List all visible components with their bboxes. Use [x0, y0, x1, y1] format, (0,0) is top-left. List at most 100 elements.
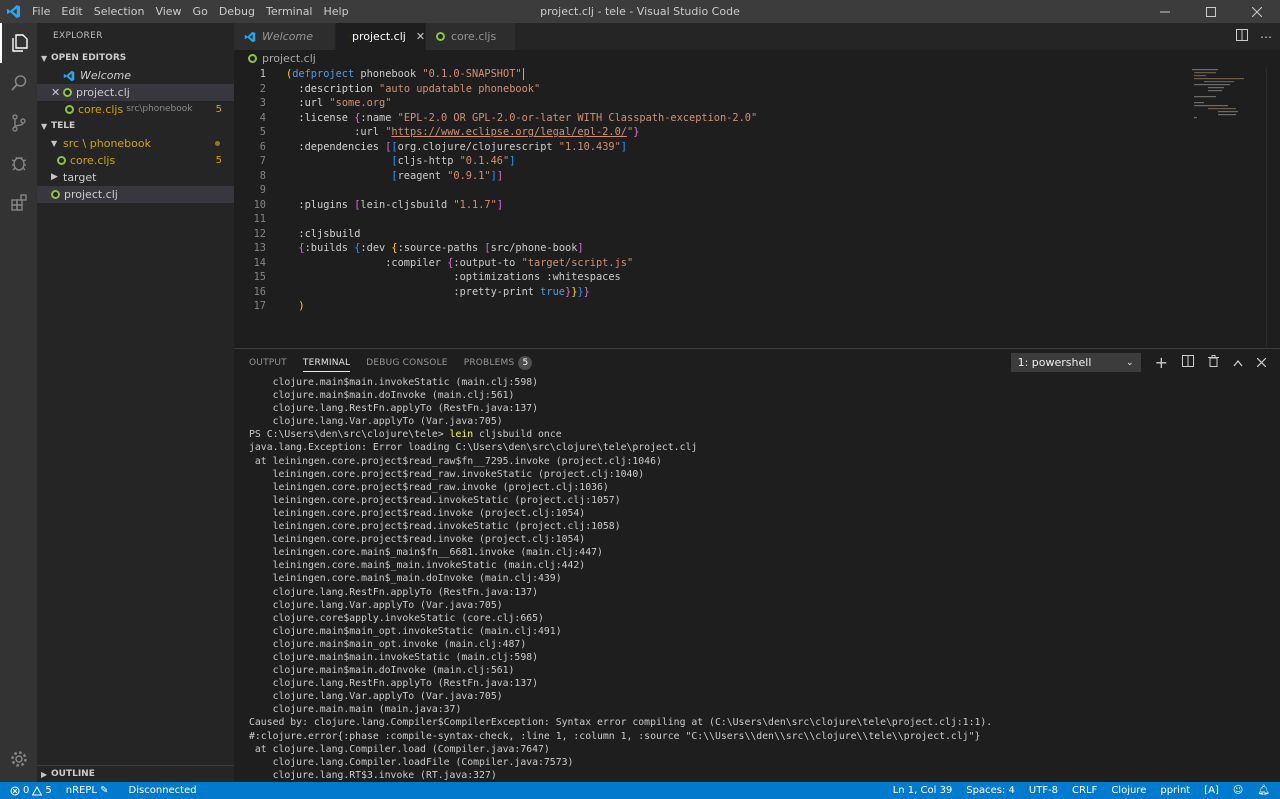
outline-section[interactable]: ▶ OUTLINE — [37, 765, 234, 782]
menu-debug[interactable]: Debug — [213, 0, 260, 23]
line-ending[interactable]: CRLF — [1072, 785, 1097, 796]
line-number: 11 — [253, 213, 266, 225]
close-icon[interactable]: ✕ — [51, 84, 63, 101]
open-editors-section[interactable]: ▼ OPEN EDITORS — [37, 50, 234, 67]
language-mode[interactable]: Clojure — [1111, 785, 1146, 796]
connection-status[interactable]: Disconnected — [129, 785, 197, 796]
file-core-cljs[interactable]: core.cljs 5 — [37, 152, 234, 169]
cursor-position[interactable]: Ln 1, Col 39 — [893, 785, 953, 796]
chevron-right-icon: ▶ — [41, 769, 48, 779]
terminal-output[interactable]: clojure.main$main.invokeStatic (main.clj… — [249, 376, 992, 782]
settings-gear-icon[interactable] — [0, 739, 37, 779]
tab-project-clj[interactable]: project.clj ✕ — [336, 23, 426, 50]
code-line: 16 :pretty-print true}}}} — [234, 285, 1280, 300]
terminal-line: java.lang.Exception: Error loading C:\Us… — [249, 442, 698, 454]
tab-core-cljs[interactable]: core.cljs — [426, 23, 516, 50]
terminal-line: leiningen.core.project$read.invokeStatic… — [249, 521, 621, 533]
minimap[interactable] — [1188, 67, 1268, 127]
tab-debug-console[interactable]: DEBUG CONSOLE — [366, 358, 447, 368]
open-editor-path: src\phonebook — [126, 104, 193, 114]
terminal-line: leiningen.core.main$_main.invokeStatic (… — [249, 560, 586, 572]
feedback-icon[interactable]: ☺ — [1233, 785, 1243, 796]
terminal-line: leiningen.core.project$read.invokeStatic… — [249, 494, 621, 506]
breadcrumb[interactable]: project.clj — [234, 50, 1280, 67]
explorer-icon[interactable] — [0, 23, 37, 63]
code-line: 2 :description "auto updatable phonebook… — [234, 82, 1280, 97]
breadcrumb-file[interactable]: project.clj — [262, 52, 316, 65]
pprint-toggle[interactable]: pprint — [1160, 785, 1190, 796]
nrepl-label: nREPL — [65, 785, 97, 796]
debug-icon[interactable] — [0, 143, 37, 183]
terminal-line: clojure.lang.Var.applyTo (Var.java:705) — [249, 416, 503, 428]
chevron-down-icon: ▼ — [41, 122, 48, 131]
maximize-panel-icon[interactable] — [1233, 356, 1243, 370]
code-line: 9 — [234, 183, 1280, 198]
terminal-select[interactable]: 1: powershell ⌄ — [1010, 353, 1141, 372]
workspace-section[interactable]: ▼ TELE — [37, 118, 234, 135]
menu-bar: File Edit Selection View Go Debug Termin… — [26, 0, 354, 23]
encoding[interactable]: UTF-8 — [1029, 785, 1058, 796]
search-icon[interactable] — [0, 63, 37, 103]
folder-src-phonebook[interactable]: ▼ src \ phonebook — [37, 135, 234, 152]
tab-welcome[interactable]: Welcome — [234, 23, 336, 50]
clojure-file-icon — [65, 105, 74, 114]
open-editor-core-cljs[interactable]: core.cljs src\phonebook 5 — [37, 101, 234, 118]
code-line: 11 — [234, 212, 1280, 227]
close-panel-icon[interactable] — [1256, 356, 1267, 370]
close-tab-icon[interactable]: ✕ — [416, 30, 425, 43]
terminal-line: clojure.main$main.doInvoke (main.clj:561… — [249, 665, 515, 677]
editor-scrollbar[interactable] — [1266, 67, 1280, 347]
minimize-icon[interactable] — [1142, 0, 1188, 23]
file-project-clj[interactable]: project.clj — [37, 186, 234, 203]
code-line: 13 {:builds {:dev {:source-paths [src/ph… — [234, 241, 1280, 256]
terminal-line: leiningen.core.project$read.invoke (proj… — [249, 534, 586, 546]
code-line: 12 :cljsbuild — [234, 227, 1280, 242]
menu-help[interactable]: Help — [318, 0, 354, 23]
open-editor-project-clj[interactable]: ✕ project.clj — [37, 84, 234, 101]
split-editor-icon[interactable] — [1236, 29, 1248, 44]
activity-bar — [0, 23, 37, 782]
code-editor[interactable]: 1 (defproject phonebook "0.1.0-SNAPSHOT" … — [234, 67, 1280, 347]
line-number: 16 — [253, 285, 266, 298]
source-control-icon[interactable] — [0, 103, 37, 143]
tab-output[interactable]: OUTPUT — [249, 358, 287, 368]
close-window-icon[interactable] — [1234, 0, 1280, 23]
tab-label: project.clj — [352, 30, 406, 43]
trash-icon[interactable] — [1208, 355, 1219, 370]
terminal-line: clojure.lang.Var.applyTo (Var.java:705) — [249, 691, 503, 703]
problems-status[interactable]: 0 5 — [10, 785, 52, 796]
folder-target[interactable]: ▶ target — [37, 169, 234, 186]
terminal-line: leiningen.core.main$_main.doInvoke (main… — [249, 573, 562, 585]
menu-terminal[interactable]: Terminal — [260, 0, 318, 23]
line-number: 8 — [259, 169, 266, 182]
vscode-file-icon — [63, 70, 75, 81]
terminal-line: clojure.lang.Compiler.loadFile (Compiler… — [249, 756, 574, 768]
menu-selection[interactable]: Selection — [88, 0, 150, 23]
line-number: 3 — [259, 97, 266, 109]
tab-label: Welcome — [262, 30, 313, 43]
more-actions-icon[interactable]: ⋯ — [1260, 30, 1272, 44]
tab-terminal[interactable]: TERMINAL — [302, 358, 351, 372]
extensions-icon[interactable] — [0, 183, 37, 223]
menu-go[interactable]: Go — [187, 0, 213, 23]
nrepl-status[interactable]: nREPL ✎ — [66, 785, 109, 796]
clojure-file-icon — [63, 88, 72, 97]
bell-icon[interactable]: 🔔︎ — [1257, 785, 1270, 796]
tab-problems[interactable]: PROBLEMS 5 — [464, 356, 533, 370]
open-editor-welcome[interactable]: Welcome — [37, 67, 234, 84]
mode-indicator[interactable]: [A] — [1204, 785, 1219, 796]
line-number: 6 — [259, 140, 266, 153]
outline-label: OUTLINE — [51, 768, 95, 779]
menu-edit[interactable]: Edit — [55, 0, 87, 23]
split-terminal-icon[interactable] — [1182, 355, 1194, 370]
new-terminal-icon[interactable]: + — [1155, 353, 1168, 372]
indentation[interactable]: Spaces: 4 — [966, 785, 1015, 796]
clojure-file-icon — [248, 54, 257, 63]
menu-view[interactable]: View — [149, 0, 186, 23]
menu-file[interactable]: File — [26, 0, 55, 23]
line-number: 13 — [253, 242, 266, 254]
window-controls — [1142, 0, 1280, 23]
chevron-down-icon: ▼ — [51, 139, 58, 148]
terminal-line: clojure.main.main (main.java:37) — [249, 704, 462, 716]
maximize-icon[interactable] — [1188, 0, 1234, 23]
